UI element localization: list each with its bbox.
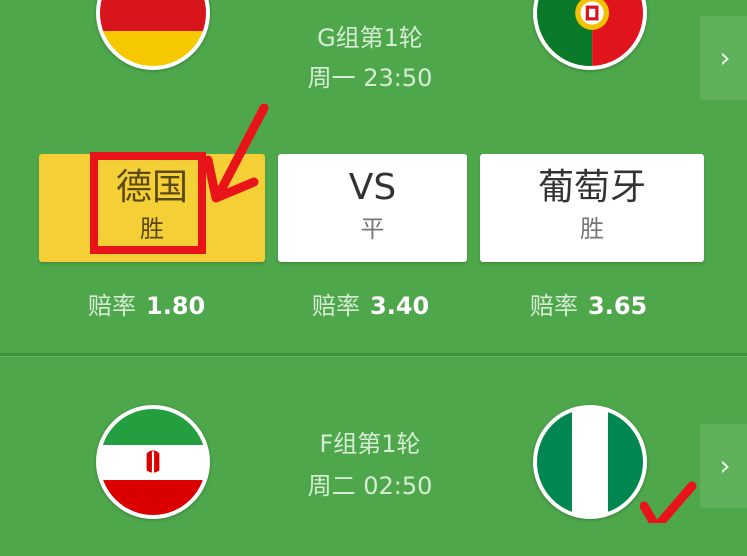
option-result-label: 胜 bbox=[140, 215, 164, 243]
match-round: G组第1轮 bbox=[317, 24, 423, 52]
odds-label: 赔率 bbox=[312, 292, 360, 320]
option-result-label: 胜 bbox=[580, 215, 604, 243]
match-time: 周一 23:50 bbox=[307, 64, 433, 92]
match-round: F组第1轮 bbox=[319, 430, 421, 458]
iran-flag-icon bbox=[96, 405, 210, 519]
next-match-button[interactable]: › bbox=[700, 424, 747, 508]
odds-label: 赔率 bbox=[530, 292, 578, 320]
odds-value: 3.65 bbox=[588, 292, 648, 320]
odds-away: 赔率 3.65 bbox=[530, 286, 647, 321]
match-time: 周二 02:50 bbox=[307, 472, 433, 500]
option-result-label: 平 bbox=[360, 215, 385, 243]
match-card-germany-portugal: G组第1轮 周一 23:50 › 德国 胜 VS 平 葡萄牙 胜 赔率 1.80 … bbox=[0, 0, 747, 355]
match-card-iran-nigeria: F组第1轮 周二 02:50 › bbox=[0, 356, 747, 556]
odds-draw: 赔率 3.40 bbox=[312, 286, 429, 321]
bet-option-away-win[interactable]: 葡萄牙 胜 bbox=[480, 154, 704, 262]
next-match-button[interactable]: › bbox=[700, 16, 747, 100]
odds-label: 赔率 bbox=[88, 292, 136, 320]
nigeria-flag-icon bbox=[533, 405, 647, 519]
bet-option-home-win[interactable]: 德国 胜 bbox=[39, 154, 265, 262]
portugal-flag-icon bbox=[533, 0, 647, 70]
chevron-right-icon: › bbox=[719, 41, 731, 74]
option-team-name: VS bbox=[348, 167, 397, 208]
option-team-name: 葡萄牙 bbox=[537, 167, 646, 208]
odds-value: 3.40 bbox=[370, 292, 430, 320]
option-team-name: 德国 bbox=[115, 167, 188, 208]
chevron-right-icon: › bbox=[719, 449, 731, 482]
odds-home: 赔率 1.80 bbox=[88, 286, 205, 321]
germany-flag-icon bbox=[96, 0, 210, 70]
bet-option-draw[interactable]: VS 平 bbox=[278, 154, 467, 262]
odds-value: 1.80 bbox=[146, 292, 206, 320]
